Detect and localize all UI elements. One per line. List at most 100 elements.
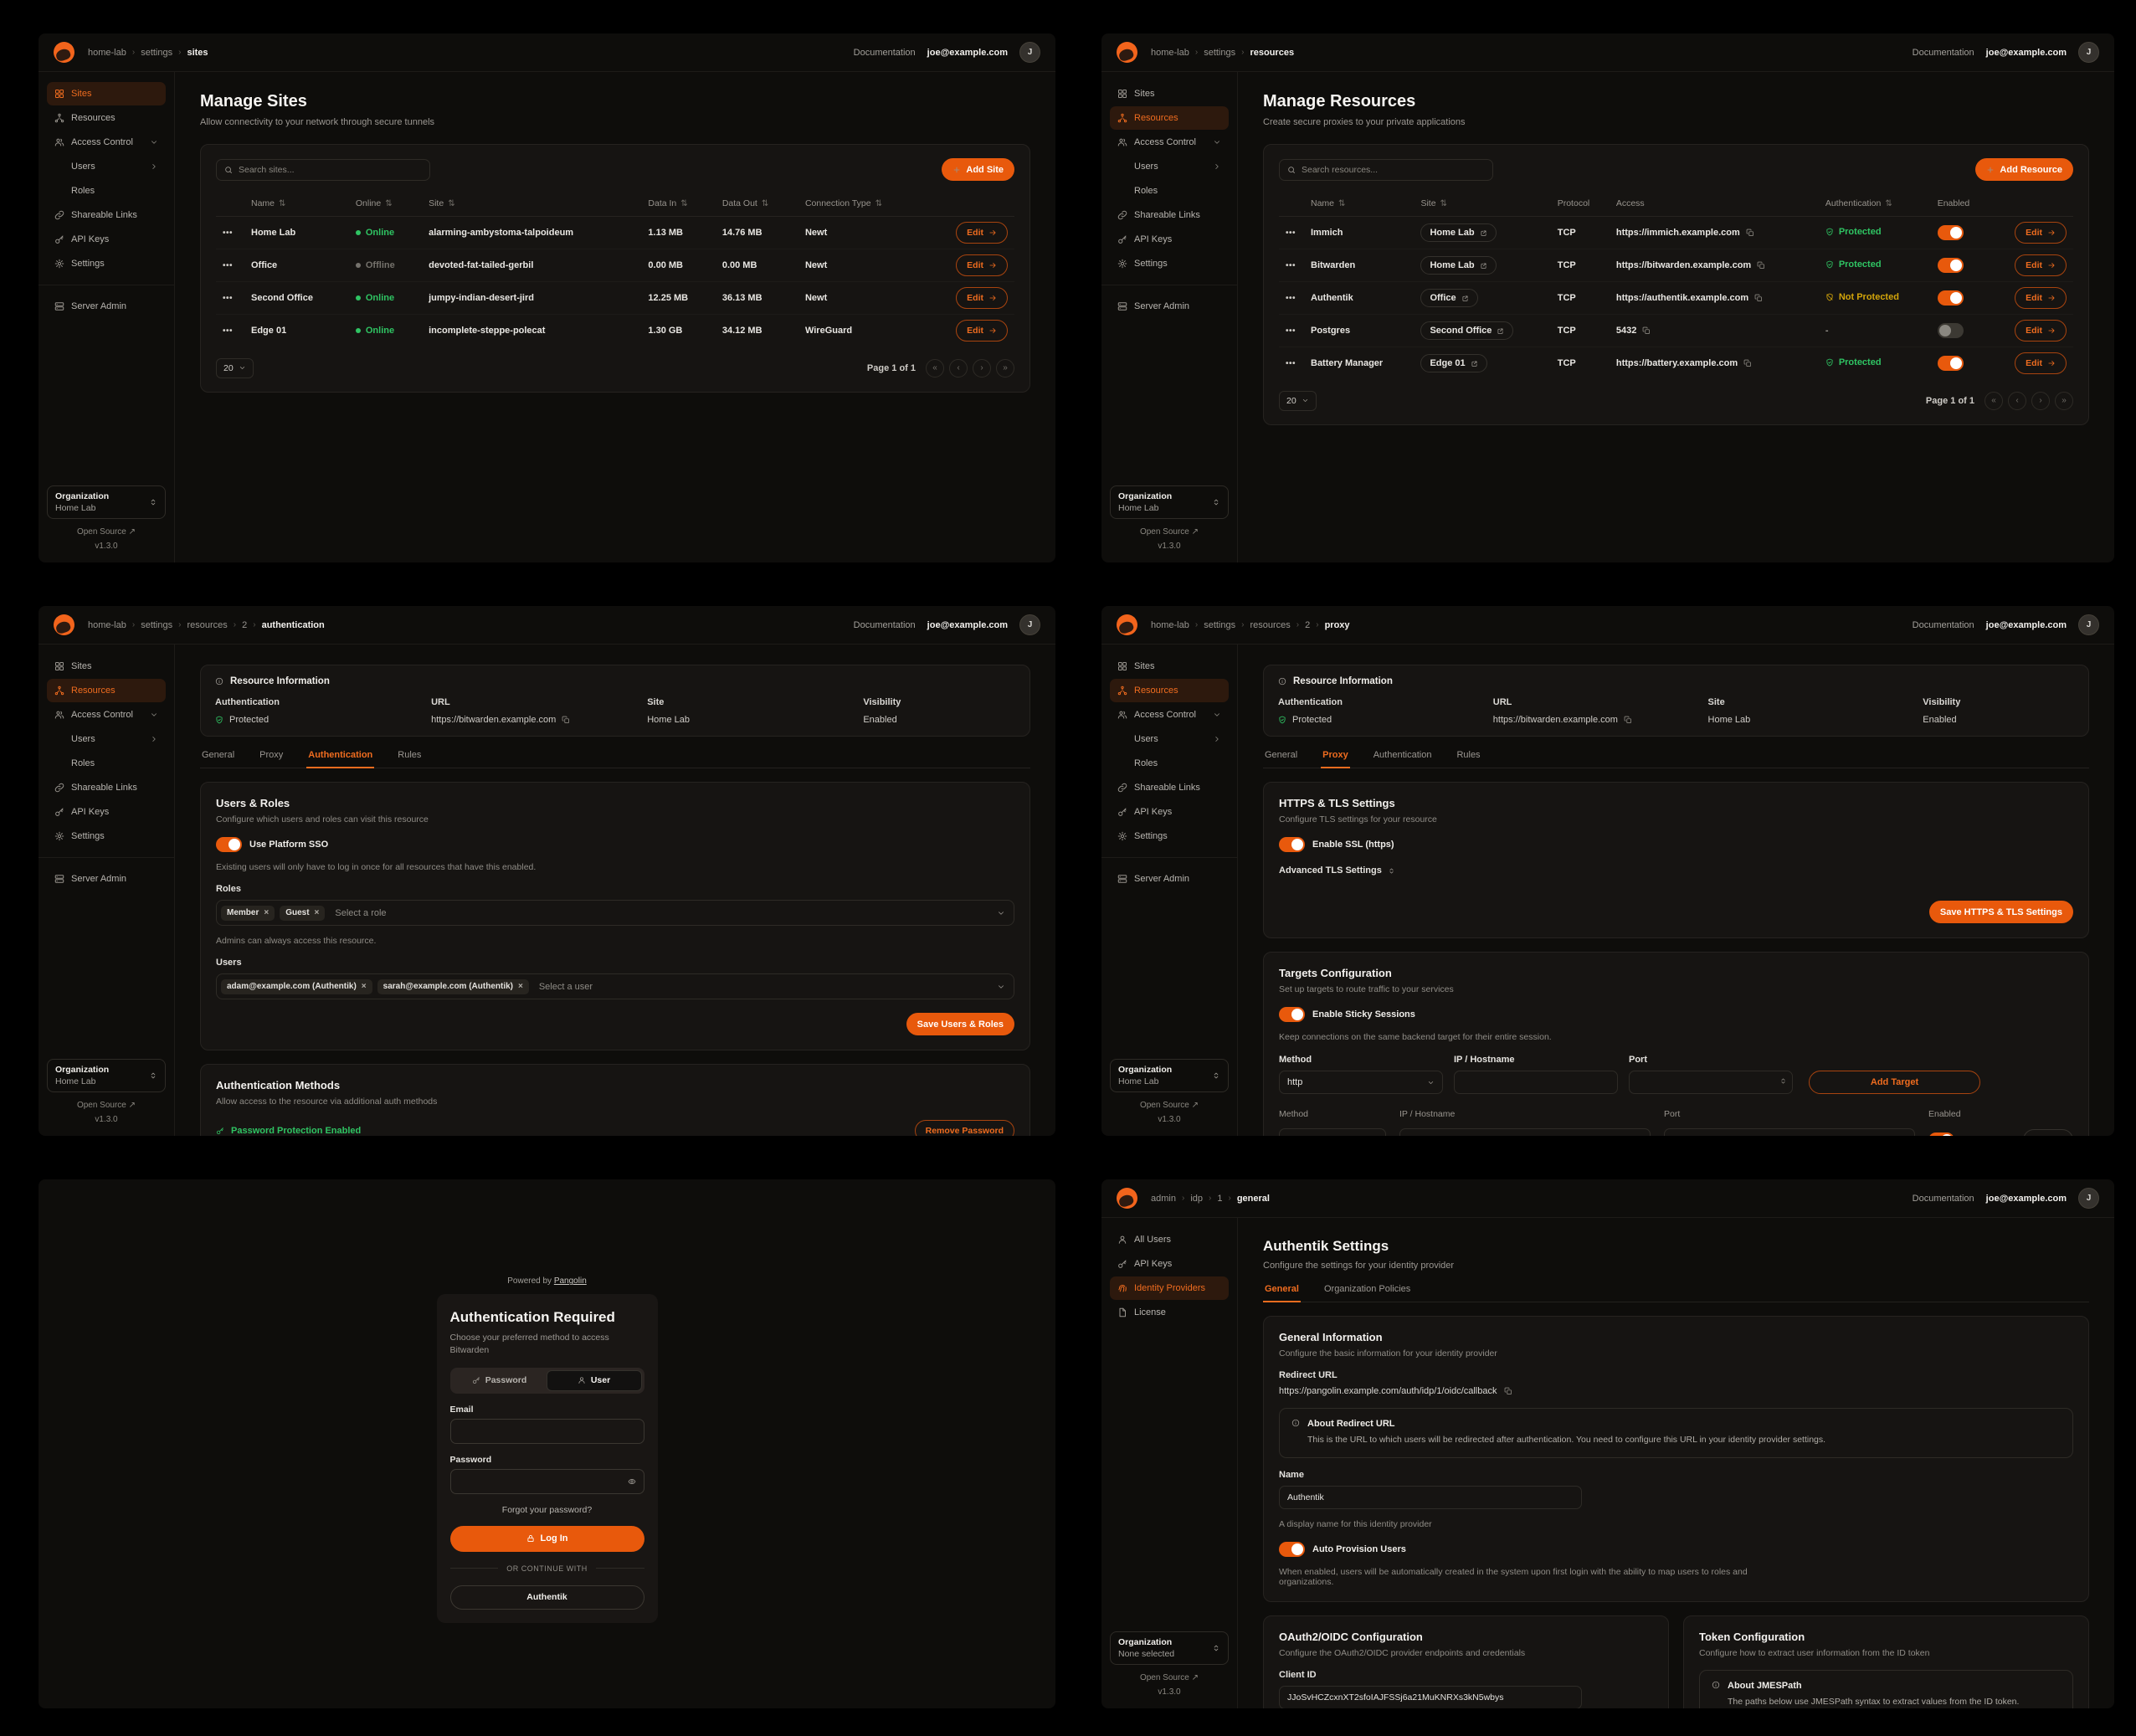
sidebar-item-sites[interactable]: Sites — [47, 82, 166, 105]
site-link-chip[interactable]: Edge 01 — [1420, 354, 1486, 372]
sidebar-item-roles[interactable]: Roles — [1110, 752, 1229, 775]
sidebar-item-roles[interactable]: Roles — [47, 179, 166, 203]
copy-icon[interactable] — [562, 716, 570, 724]
sidebar-item-all-users[interactable]: All Users — [1110, 1228, 1229, 1251]
documentation-link[interactable]: Documentation — [854, 620, 916, 630]
cell-access[interactable]: https://immich.example.com — [1616, 228, 1740, 238]
roles-multiselect[interactable]: Member× Guest× Select a role — [216, 900, 1014, 926]
copy-icon[interactable] — [1624, 716, 1632, 724]
log-in-button[interactable]: Log In — [450, 1526, 644, 1552]
sidebar-item-resources[interactable]: Resources — [1110, 679, 1229, 702]
client-id-input[interactable] — [1279, 1686, 1582, 1708]
enabled-toggle[interactable] — [1938, 290, 1964, 306]
remove-chip-icon[interactable]: × — [362, 982, 367, 991]
breadcrumb-segment[interactable]: admin — [1151, 1194, 1176, 1204]
rows-per-page-select[interactable]: 20 — [1279, 391, 1317, 411]
cell-access[interactable]: https://bitwarden.example.com — [1616, 260, 1751, 270]
sidebar-item-shareable-links[interactable]: Shareable Links — [47, 203, 166, 227]
breadcrumb-segment[interactable]: settings — [1204, 48, 1235, 58]
site-link-chip[interactable]: Home Lab — [1420, 223, 1496, 242]
copy-icon[interactable] — [1642, 326, 1651, 335]
sidebar-item-resources[interactable]: Resources — [47, 106, 166, 130]
documentation-link[interactable]: Documentation — [1913, 620, 1974, 630]
copy-icon[interactable] — [1504, 1387, 1512, 1395]
open-source-link[interactable]: Open Source ↗ — [1140, 1101, 1199, 1110]
tab-general[interactable]: General — [200, 750, 236, 768]
cell-access[interactable]: 5432 — [1616, 326, 1636, 336]
sidebar-item-sites[interactable]: Sites — [1110, 655, 1229, 678]
edit-button[interactable]: Edit — [956, 254, 1008, 276]
open-source-link[interactable]: Open Source ↗ — [1140, 527, 1199, 537]
edit-button[interactable]: Edit — [2015, 222, 2067, 244]
edit-button[interactable]: Edit — [2015, 287, 2067, 309]
sidebar-item-identity-providers[interactable]: Identity Providers — [1110, 1276, 1229, 1300]
add-resource-button[interactable]: Add Resource — [1975, 158, 2073, 181]
pangolin-logo-icon[interactable] — [54, 614, 74, 635]
breadcrumb-segment[interactable]: resources — [1250, 620, 1290, 630]
breadcrumb-segment[interactable]: 2 — [1305, 620, 1310, 630]
add-site-button[interactable]: Add Site — [942, 158, 1014, 181]
ip-hostname-input[interactable] — [1454, 1071, 1618, 1094]
save-https-tls-button[interactable]: Save HTTPS & TLS Settings — [1929, 901, 2073, 923]
sidebar-item-resources[interactable]: Resources — [1110, 106, 1229, 130]
sidebar-item-users[interactable]: Users — [1110, 155, 1229, 178]
site-link-chip[interactable]: Office — [1420, 289, 1477, 307]
column-header-data-in[interactable]: Data In⇅ — [641, 191, 715, 217]
tab-proxy[interactable]: Proxy — [258, 750, 285, 768]
column-header-authentication[interactable]: Authentication⇅ — [1819, 191, 1931, 217]
organization-selector[interactable]: OrganizationHome Lab — [47, 485, 166, 519]
sidebar-item-api-keys[interactable]: API Keys — [47, 228, 166, 251]
enable-ssl-toggle[interactable] — [1279, 837, 1305, 852]
user-email[interactable]: joe@example.com — [1986, 620, 2067, 630]
pagination-last-button[interactable]: » — [2055, 392, 2073, 410]
platform-sso-toggle[interactable] — [216, 837, 242, 852]
method-select[interactable]: http — [1279, 1071, 1443, 1094]
sidebar-item-api-keys[interactable]: API Keys — [1110, 800, 1229, 824]
sidebar-item-server-admin[interactable]: Server Admin — [1110, 867, 1229, 891]
open-source-link[interactable]: Open Source ↗ — [77, 1101, 136, 1110]
edit-button[interactable]: Edit — [2015, 254, 2067, 276]
pagination-next-button[interactable]: › — [973, 359, 991, 378]
pagination-first-button[interactable]: « — [1985, 392, 2003, 410]
sidebar-item-api-keys[interactable]: API Keys — [1110, 228, 1229, 251]
breadcrumb-segment[interactable]: resources — [187, 620, 227, 630]
row-menu-button[interactable]: ••• — [223, 326, 233, 336]
ip-hostname-input[interactable] — [1399, 1128, 1651, 1136]
user-email[interactable]: joe@example.com — [1986, 1194, 2067, 1204]
breadcrumb-segment[interactable]: settings — [141, 620, 172, 630]
site-link-chip[interactable]: Home Lab — [1420, 256, 1496, 275]
edit-button[interactable]: Edit — [956, 320, 1008, 342]
column-header-online[interactable]: Online⇅ — [349, 191, 422, 217]
sidebar-item-settings[interactable]: Settings — [1110, 824, 1229, 848]
remove-chip-icon[interactable]: × — [315, 908, 320, 917]
target-enabled-toggle[interactable] — [1928, 1133, 1954, 1136]
breadcrumb-segment[interactable]: home-lab — [88, 48, 126, 58]
port-input[interactable] — [1629, 1071, 1793, 1094]
sidebar-item-roles[interactable]: Roles — [47, 752, 166, 775]
tab-authentication[interactable]: Authentication — [1372, 750, 1434, 768]
sidebar-item-sites[interactable]: Sites — [1110, 82, 1229, 105]
sidebar-item-settings[interactable]: Settings — [47, 252, 166, 275]
edit-button[interactable]: Edit — [956, 287, 1008, 309]
row-menu-button[interactable]: ••• — [223, 229, 233, 238]
authentik-sso-button[interactable]: Authentik — [450, 1585, 644, 1610]
enabled-toggle[interactable] — [1938, 258, 1964, 273]
forgot-password-link[interactable]: Forgot your password? — [450, 1505, 644, 1515]
auto-provision-toggle[interactable] — [1279, 1542, 1305, 1557]
tab-password[interactable]: Password — [453, 1370, 547, 1391]
avatar[interactable]: J — [2078, 1188, 2099, 1209]
sidebar-item-server-admin[interactable]: Server Admin — [47, 867, 166, 891]
email-field[interactable] — [450, 1419, 644, 1444]
breadcrumb-segment[interactable]: 2 — [242, 620, 247, 630]
sidebar-item-access-control[interactable]: Access Control — [1110, 703, 1229, 727]
row-menu-button[interactable]: ••• — [223, 261, 233, 270]
organization-selector[interactable]: OrganizationHome Lab — [47, 1059, 166, 1092]
tab-general[interactable]: General — [1263, 1284, 1301, 1302]
pagination-last-button[interactable]: » — [996, 359, 1014, 378]
avatar[interactable]: J — [1019, 614, 1040, 635]
sidebar-item-license[interactable]: License — [1110, 1301, 1229, 1324]
delete-target-button[interactable]: Delete — [2023, 1129, 2073, 1136]
pangolin-logo-icon[interactable] — [1117, 614, 1137, 635]
password-input[interactable] — [459, 1477, 623, 1487]
cell-access[interactable]: https://battery.example.com — [1616, 358, 1738, 368]
